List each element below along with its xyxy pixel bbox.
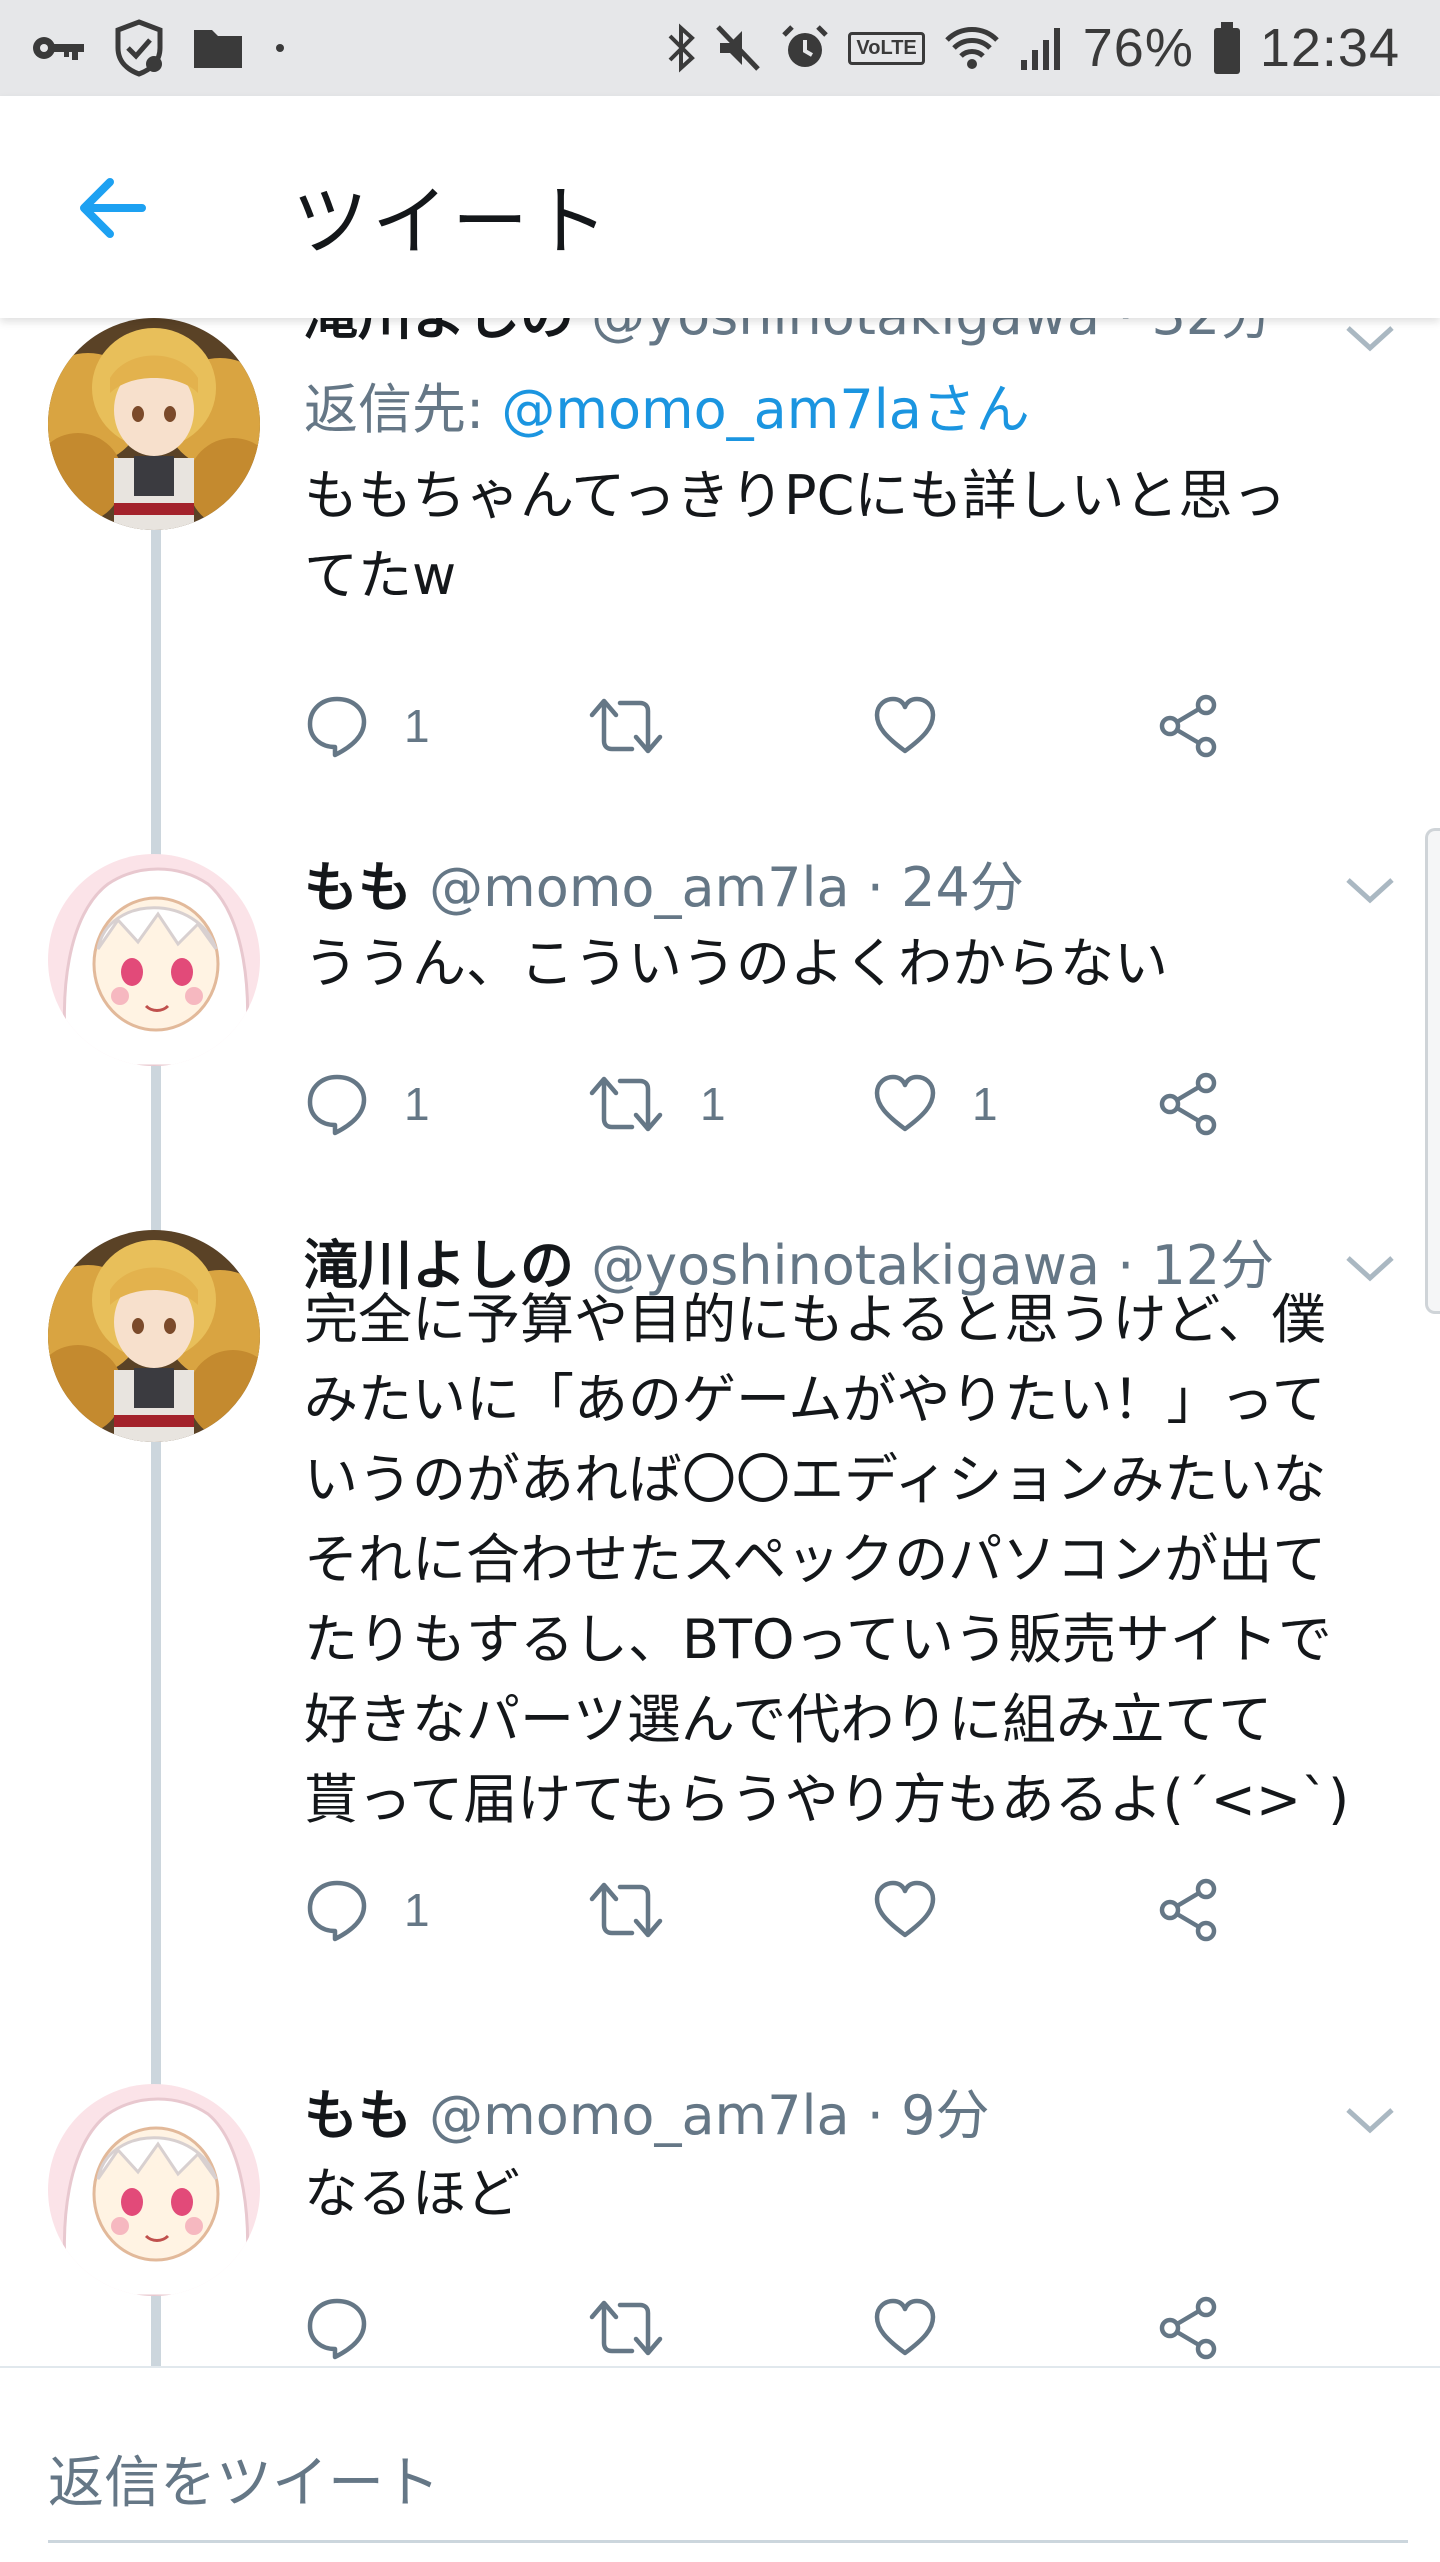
- reply-count: 1: [404, 1078, 430, 1130]
- status-left-icons: [30, 0, 290, 96]
- shield-check-icon: [112, 18, 166, 78]
- battery-percent: 76%: [1082, 18, 1194, 78]
- heart-icon: [874, 1074, 936, 1132]
- folder-icon: [192, 26, 244, 70]
- app-header: ツイート: [0, 96, 1440, 318]
- timestamp[interactable]: 24分: [901, 856, 1024, 919]
- scrollbar-thumb[interactable]: [1425, 828, 1440, 1314]
- status-clock: 12:34: [1259, 18, 1400, 78]
- key-icon: [30, 33, 86, 63]
- reply-button[interactable]: 1: [304, 1064, 430, 1144]
- share-icon: [1159, 1072, 1217, 1136]
- tweet-thread[interactable]: 滝川よしの @yoshinotakigawa · 32分 返信先: @momo_…: [0, 318, 1440, 2368]
- tweet-actions: 1 1 1: [304, 1064, 1304, 1144]
- user-handle[interactable]: @yoshinotakigawa: [591, 318, 1100, 347]
- back-button[interactable]: [72, 168, 152, 248]
- timestamp[interactable]: 32分: [1151, 318, 1274, 347]
- tweet-text: ううん、こういうのよくわからない: [304, 932, 1168, 995]
- wifi-icon: [943, 24, 1001, 72]
- retweet-button[interactable]: [586, 1870, 700, 1950]
- chevron-down-icon[interactable]: [1340, 870, 1400, 910]
- share-button[interactable]: [1156, 1870, 1222, 1950]
- tweet-text: ももちゃんてっきりPCにも詳しいと思っ てたw: [304, 464, 1287, 607]
- retweet-button[interactable]: [586, 2288, 700, 2368]
- reply-count: 1: [404, 700, 430, 752]
- display-name[interactable]: もも: [304, 856, 412, 919]
- separator-dot: ·: [849, 856, 902, 919]
- user-handle[interactable]: @momo_am7la: [429, 2084, 849, 2147]
- battery-icon: [1212, 20, 1242, 76]
- tweet-text: 完全に予算や目的にもよると思うけど、僕 みたいに「あのゲームがやりたい！」って …: [304, 1288, 1350, 1831]
- status-right-icons: VoLTE 76% 12:34: [666, 0, 1400, 96]
- tweet-text: なるほど: [304, 2162, 520, 2225]
- avatar[interactable]: [48, 318, 260, 530]
- tweet-header: もも @momo_am7la · 9分: [304, 2084, 989, 2148]
- chevron-down-icon[interactable]: [1340, 2100, 1400, 2140]
- retweet-button[interactable]: [586, 686, 700, 766]
- tweet-actions: [304, 2288, 1304, 2368]
- display-name[interactable]: もも: [304, 2084, 412, 2147]
- avatar[interactable]: [48, 854, 260, 1066]
- notification-dot-icon: [270, 38, 290, 58]
- reply-icon: [307, 1074, 367, 1136]
- retweet-icon: [589, 2300, 663, 2356]
- like-button[interactable]: [872, 2288, 972, 2368]
- like-count: 1: [972, 1078, 998, 1130]
- separator-dot: ·: [849, 2084, 902, 2147]
- timestamp[interactable]: 9分: [901, 2084, 989, 2147]
- like-button[interactable]: [872, 686, 972, 766]
- retweet-icon: [589, 1882, 663, 1938]
- retweet-count: 1: [700, 1078, 726, 1130]
- separator-dot: ·: [1100, 318, 1152, 347]
- share-button[interactable]: [1156, 2288, 1222, 2368]
- display-name[interactable]: 滝川よしの: [304, 318, 574, 347]
- signal-icon: [1019, 24, 1065, 72]
- share-button[interactable]: [1156, 686, 1222, 766]
- retweet-button[interactable]: 1: [586, 1064, 726, 1144]
- chevron-down-icon[interactable]: [1340, 318, 1400, 358]
- heart-icon: [874, 1880, 936, 1938]
- reply-icon: [307, 696, 367, 758]
- reply-button[interactable]: 1: [304, 1870, 430, 1950]
- share-icon: [1159, 1878, 1217, 1942]
- reply-count: 1: [404, 1884, 430, 1936]
- page-title: ツイート: [292, 180, 612, 265]
- share-icon: [1159, 2296, 1217, 2360]
- like-button[interactable]: [872, 1870, 972, 1950]
- reply-input[interactable]: 返信をツイート: [48, 2438, 440, 2519]
- avatar[interactable]: [48, 1230, 260, 1442]
- reply-mention-link[interactable]: @momo_am7laさん: [501, 378, 1029, 441]
- tweet-actions: 1: [304, 686, 1304, 766]
- back-arrow-icon: [80, 178, 146, 238]
- like-button[interactable]: 1: [872, 1064, 998, 1144]
- status-bar: VoLTE 76% 12:34: [0, 0, 1440, 96]
- tweet-header: もも @momo_am7la · 24分: [304, 856, 1024, 920]
- share-icon: [1159, 694, 1217, 758]
- tweet-header: 滝川よしの @yoshinotakigawa · 32分: [304, 318, 1274, 348]
- avatar[interactable]: [48, 2084, 260, 2296]
- reply-button[interactable]: [304, 2288, 404, 2368]
- bluetooth-icon: [666, 22, 696, 74]
- heart-icon: [874, 696, 936, 754]
- reply-to-line: 返信先: @momo_am7laさん: [304, 378, 1030, 442]
- thread-connector: [151, 526, 161, 1164]
- volte-icon: VoLTE: [848, 31, 925, 65]
- share-button[interactable]: [1156, 1064, 1222, 1144]
- user-handle[interactable]: @momo_am7la: [429, 856, 849, 919]
- reply-icon: [307, 1880, 367, 1942]
- reply-button[interactable]: 1: [304, 686, 430, 766]
- retweet-icon: [589, 698, 663, 754]
- reply-composer: 返信をツイート: [0, 2366, 1440, 2562]
- heart-icon: [874, 2298, 936, 2356]
- mute-icon: [714, 23, 762, 73]
- alarm-icon: [780, 23, 830, 73]
- reply-to-label: 返信先:: [304, 378, 502, 441]
- input-underline: [48, 2540, 1408, 2543]
- reply-icon: [307, 2298, 367, 2360]
- tweet-actions: 1: [304, 1870, 1304, 1950]
- retweet-icon: [589, 1076, 663, 1132]
